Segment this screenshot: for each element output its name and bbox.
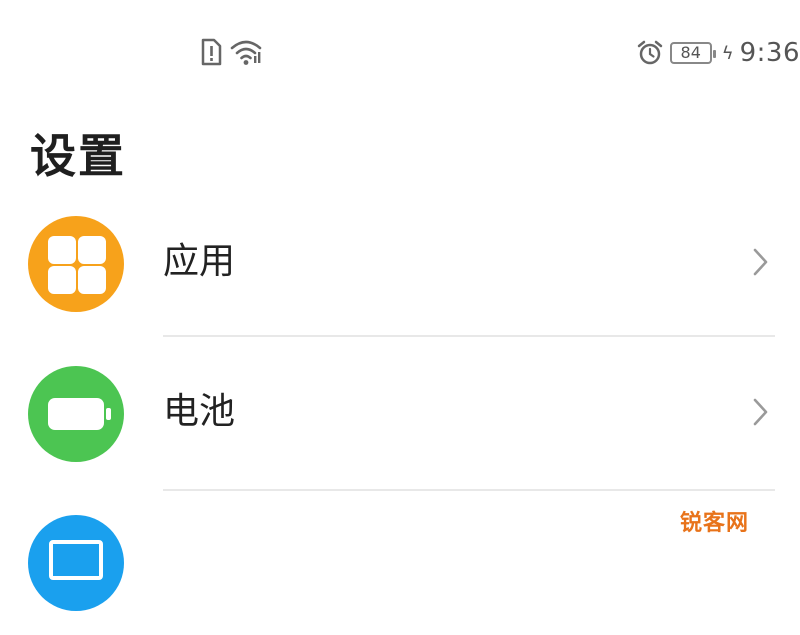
settings-item-label: 电池 [163,391,236,432]
chevron-right-icon [753,398,768,426]
status-right-icons: 84 ϟ 9:36 [636,38,800,68]
chevron-right-icon [753,248,768,276]
battery-indicator: 84 [669,42,716,64]
battery-icon [28,366,124,462]
battery-level: 84 [680,43,701,62]
status-time: 9:36 [739,38,800,68]
charging-icon: ϟ [721,42,734,64]
watermark: 锐客网 [680,511,750,536]
display-icon [28,515,124,611]
status-left-icons [200,38,262,66]
wifi-icon [230,40,262,65]
divider [163,335,775,337]
divider [163,489,775,491]
settings-item-label: 应用 [163,241,236,282]
alarm-icon [637,40,662,65]
status-bar: 84 ϟ 9:36 [0,0,800,100]
sim-alert-icon [201,38,222,66]
page-title: 设置 [30,129,126,183]
settings-item-apps[interactable]: 应用 [0,210,800,330]
apps-grid-icon [28,216,124,312]
settings-item-battery[interactable]: 电池 [0,360,800,480]
